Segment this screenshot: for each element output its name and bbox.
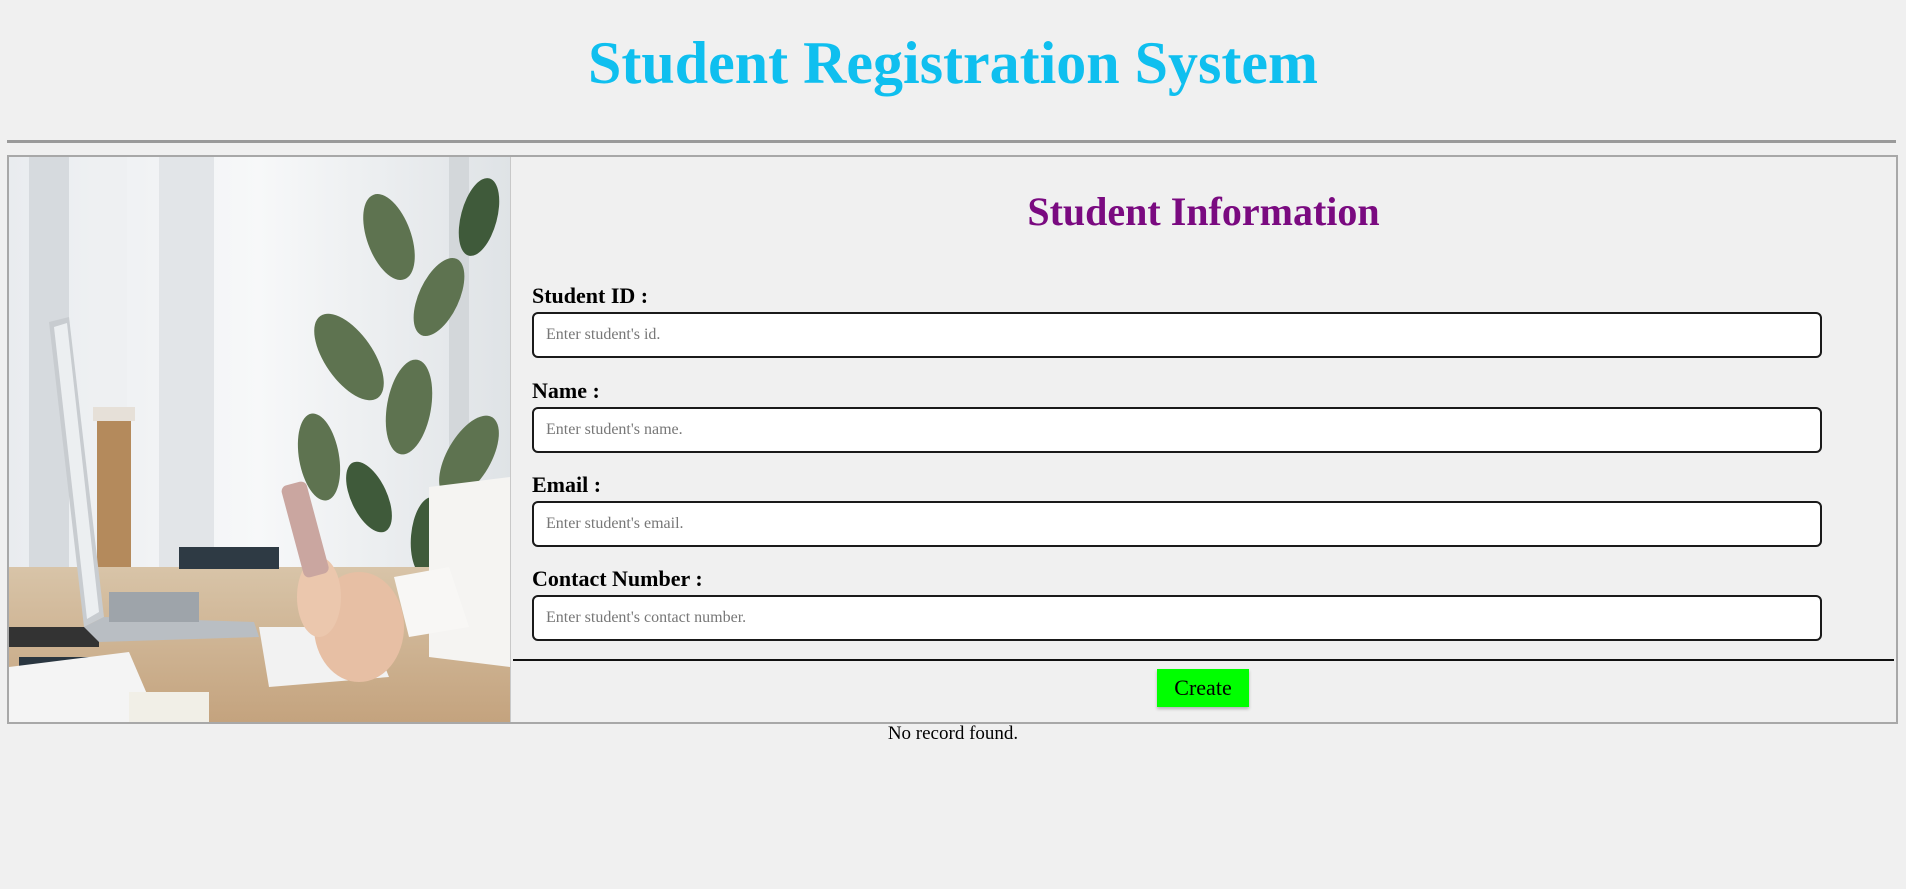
name-input[interactable] bbox=[532, 407, 1822, 453]
page-title: Student Registration System bbox=[588, 30, 1318, 96]
student-form: Student Information Student ID : Name : … bbox=[511, 157, 1896, 722]
contact-number-label: Contact Number : bbox=[532, 566, 703, 591]
empty-records-message: No record found. bbox=[887, 723, 1019, 744]
contact-number-input[interactable] bbox=[532, 595, 1822, 641]
email-input[interactable] bbox=[532, 501, 1822, 547]
name-label: Name : bbox=[532, 378, 600, 403]
form-title: Student Information bbox=[1027, 189, 1380, 234]
office-desk-photo bbox=[9, 157, 511, 722]
email-label: Email : bbox=[532, 472, 602, 497]
form-divider bbox=[513, 659, 1894, 661]
student-id-input[interactable] bbox=[532, 312, 1822, 358]
registration-panel: Student Information Student ID : Name : … bbox=[7, 155, 1898, 724]
create-button[interactable]: Create bbox=[1157, 669, 1249, 707]
header-divider bbox=[7, 140, 1896, 143]
student-id-label: Student ID : bbox=[532, 283, 649, 308]
